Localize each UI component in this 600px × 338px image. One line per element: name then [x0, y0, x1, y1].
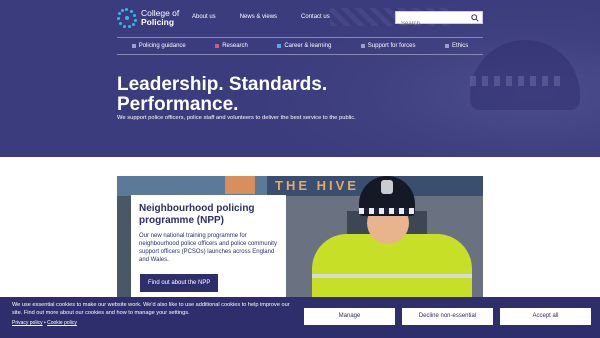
square-bullet-icon — [444, 44, 449, 48]
square-bullet-icon — [360, 44, 365, 48]
utility-nav: About us News & views Contact us — [192, 14, 354, 20]
search-icon[interactable] — [471, 14, 479, 22]
card-body: Our new national training programme for … — [139, 233, 277, 263]
cookie-policy-link[interactable]: Cookie policy — [47, 320, 77, 326]
college-of-policing-logo[interactable]: College of Policing — [117, 8, 179, 28]
officer-reflective-stripe — [312, 274, 472, 278]
privacy-policy-link[interactable]: Privacy policy — [12, 320, 43, 326]
helmet-badge-icon — [381, 180, 393, 194]
link-separator: • — [43, 320, 46, 326]
hero-title-line-1: Leadership. Standards. — [117, 74, 328, 95]
nav-ethics[interactable]: Ethics — [444, 43, 469, 49]
square-bullet-icon — [215, 44, 220, 48]
helmet-checkered-band — [359, 208, 415, 214]
card-title: Neighbourhood policing programme (NPP) — [139, 203, 255, 226]
decline-non-essential-button[interactable]: Decline non-essential — [402, 308, 493, 325]
nav-support-for-forces[interactable]: Support for forces — [360, 43, 416, 49]
feature-photo-sign — [225, 176, 255, 194]
nav-contact-us[interactable]: Contact us — [301, 14, 330, 20]
hero-photo-checkerband — [470, 76, 560, 86]
cookie-banner: We use essential cookies to make our web… — [0, 297, 600, 338]
nav-news-views[interactable]: News & views — [240, 14, 277, 20]
nav-label: Policing guidance — [138, 43, 186, 49]
logo-wordmark: College of Policing — [141, 9, 179, 27]
nav-label: Ethics — [451, 43, 469, 49]
hero-banner: College of Policing About us News & view… — [0, 0, 600, 157]
logo-line-2: Policing — [141, 17, 175, 27]
main-nav: Policing guidance Research Career & lear… — [117, 37, 483, 55]
hero-subtitle: We support police officers, police staff… — [117, 115, 356, 121]
square-bullet-icon — [277, 44, 282, 48]
hero-title-line-2: Performance. — [117, 94, 239, 115]
nav-label: Career & learning — [284, 43, 332, 49]
cookie-links: Privacy policy • Cookie policy — [12, 320, 77, 326]
nav-label: Research — [222, 43, 248, 49]
manage-cookies-button[interactable]: Manage — [304, 308, 395, 325]
nav-career-learning[interactable]: Career & learning — [277, 43, 331, 49]
nav-policing-guidance[interactable]: Policing guidance — [131, 43, 186, 49]
square-bullet-icon — [131, 44, 136, 48]
search-box — [395, 11, 483, 30]
logo-mark-icon — [117, 8, 137, 28]
find-out-npp-button[interactable]: Find out about the NPP — [140, 274, 219, 292]
feature-card: Neighbourhood policing programme (NPP) O… — [131, 195, 286, 298]
hero-title: Leadership. Standards. Performance. — [117, 75, 417, 115]
nav-research[interactable]: Research — [215, 43, 248, 49]
nav-label: Support for forces — [367, 43, 416, 49]
search-input[interactable] — [396, 18, 468, 30]
nav-about-us[interactable]: About us — [192, 14, 216, 20]
cookie-message: We use essential cookies to make our web… — [12, 302, 290, 316]
accept-all-button[interactable]: Accept all — [500, 308, 591, 325]
